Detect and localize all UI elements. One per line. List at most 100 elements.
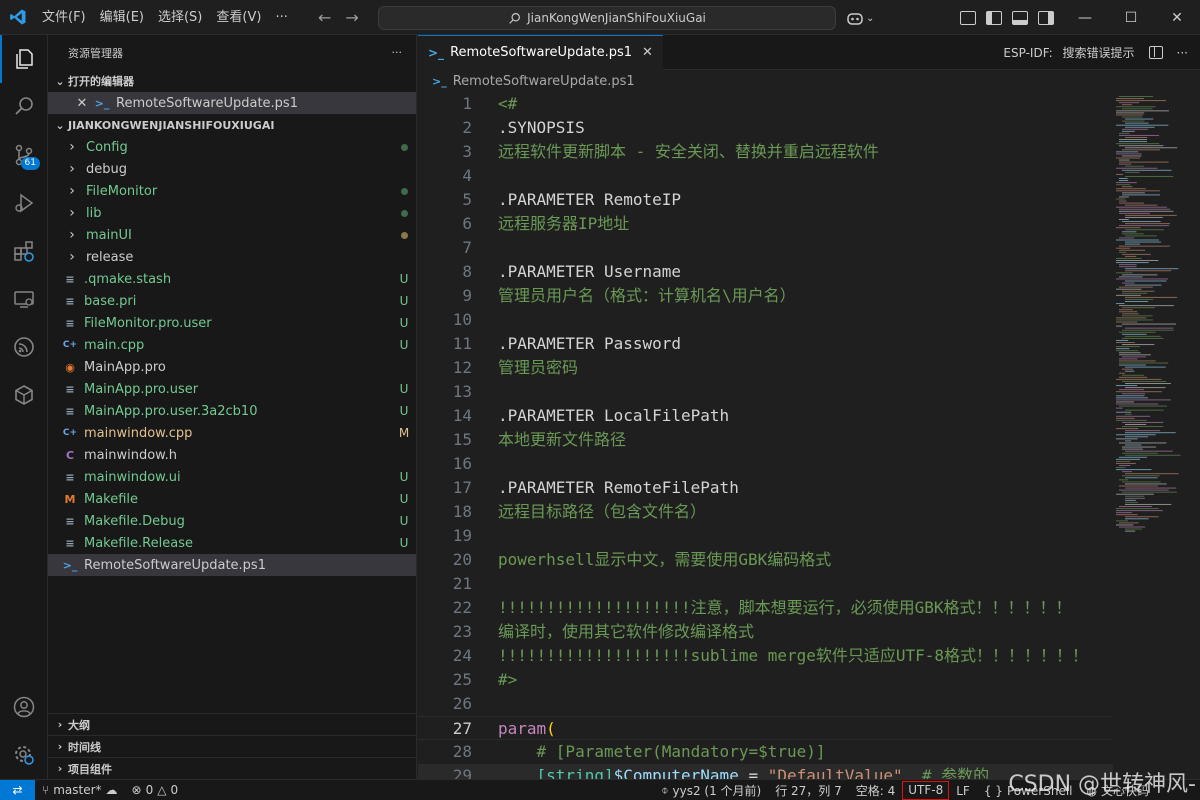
minimap-line xyxy=(1125,296,1178,298)
minimap-line xyxy=(1116,157,1140,159)
chevron-right-icon: › xyxy=(69,139,75,155)
account-icon[interactable] xyxy=(0,683,48,731)
search-icon[interactable] xyxy=(0,83,48,131)
remote-explorer-icon[interactable] xyxy=(0,275,48,323)
command-search-box[interactable]: JianKongWenJianShiFouXiuGai xyxy=(378,6,836,30)
problems-indicator[interactable]: ⊗ 0 △ 0 xyxy=(125,783,186,797)
folder-item[interactable]: › FileMonitor xyxy=(48,180,416,202)
minimap-line xyxy=(1116,395,1145,397)
minimap-line xyxy=(1122,333,1147,335)
indentation-indicator[interactable]: 空格: 4 xyxy=(849,782,903,799)
explorer-more-button[interactable]: ··· xyxy=(392,46,403,59)
menu-selection[interactable]: 选择(S) xyxy=(151,0,209,35)
minimap-line xyxy=(1125,137,1148,138)
folder-item[interactable]: › lib xyxy=(48,202,416,224)
outline-section[interactable]: › 大纲 xyxy=(48,713,417,735)
minimap-line xyxy=(1125,454,1181,456)
manage-gear-icon[interactable] xyxy=(0,731,48,779)
toggle-secondary-sidebar-icon[interactable] xyxy=(1038,10,1054,25)
minimap-line xyxy=(1116,272,1133,274)
source-control-icon[interactable]: 61 xyxy=(0,131,48,179)
tree-item-label: mainwindow.h xyxy=(84,447,177,463)
explorer-icon[interactable] xyxy=(0,35,48,83)
file-item[interactable]: C+ main.cpp U xyxy=(48,334,416,356)
editor-tab[interactable]: >_ RemoteSoftwareUpdate.ps1 ✕ xyxy=(418,34,663,70)
file-item[interactable]: ≡ base.pri U xyxy=(48,290,416,312)
branch-indicator[interactable]: ⑂ master* ☁ xyxy=(35,783,125,797)
minimap-line xyxy=(1119,372,1126,374)
file-item[interactable]: Cmainwindow.h xyxy=(48,444,416,466)
git-blame-indicator[interactable]: ⌽ yys2 (1 个月前) xyxy=(654,782,768,799)
minimap-line xyxy=(1122,315,1153,317)
cube-extension-icon[interactable] xyxy=(0,371,48,419)
file-item[interactable]: >_ RemoteSoftwareUpdate.ps1 xyxy=(48,554,416,576)
back-arrow-icon[interactable]: ← xyxy=(318,8,331,27)
minimize-button[interactable]: — xyxy=(1062,0,1108,35)
workspace-folder-section[interactable]: ⌄ JIANKONGWENJIANSHIFOUXIUGAI xyxy=(48,114,416,136)
chevron-right-icon: › xyxy=(57,762,63,775)
source-control-badge: 61 xyxy=(20,157,40,170)
git-status-dot xyxy=(400,210,408,217)
file-item[interactable]: C+ mainwindow.cpp M xyxy=(48,422,416,444)
remote-indicator-icon[interactable]: ⇄ xyxy=(0,779,35,800)
file-item[interactable]: ≡ Makefile.Debug U xyxy=(48,510,416,532)
folder-item[interactable]: › release xyxy=(48,246,416,268)
code-line: 1 <# xyxy=(418,92,1113,116)
esp-idf-icon[interactable] xyxy=(0,323,48,371)
eol-indicator[interactable]: LF xyxy=(949,784,977,798)
open-editor-item[interactable]: ✕ >_ RemoteSoftwareUpdate.ps1 xyxy=(48,92,416,114)
maximize-button[interactable]: ☐ xyxy=(1108,0,1154,35)
toggle-panel-icon[interactable] xyxy=(1012,10,1028,25)
forward-arrow-icon[interactable]: → xyxy=(345,8,358,27)
menu-file[interactable]: 文件(F) xyxy=(35,0,93,35)
timeline-section[interactable]: › 时间线 xyxy=(48,735,417,757)
extension-status[interactable]: ◍ 文心快码 xyxy=(1080,782,1200,799)
close-window-button[interactable]: ✕ xyxy=(1154,0,1200,35)
more-actions-icon[interactable]: ··· xyxy=(1177,46,1188,60)
menu-bar: 文件(F) 编辑(E) 选择(S) 查看(V) ··· xyxy=(35,0,295,35)
file-item[interactable]: ≡ mainwindow.ui U xyxy=(48,466,416,488)
esp-idf-label[interactable]: ESP-IDF: 搜索错误提示 xyxy=(1003,44,1134,61)
explorer-title: 资源管理器 xyxy=(68,46,123,60)
folder-item[interactable]: › mainUI xyxy=(48,224,416,246)
customize-layout-icon[interactable] xyxy=(960,10,976,25)
open-editors-section[interactable]: ⌄ 打开的编辑器 xyxy=(48,70,416,92)
folder-item[interactable]: › debug xyxy=(48,158,416,180)
split-editor-icon[interactable] xyxy=(1148,46,1163,59)
minimap[interactable] xyxy=(1114,92,1200,779)
explorer-sidebar: 资源管理器 ··· ⌄ 打开的编辑器 ✕ >_ RemoteSoftwareUp… xyxy=(48,35,417,779)
language-mode[interactable]: { } PowerShell xyxy=(977,784,1080,798)
cursor-position[interactable]: 行 27，列 7 xyxy=(768,782,849,799)
file-item[interactable]: ◉ MainApp.pro xyxy=(48,356,416,378)
file-item[interactable]: ≡ FileMonitor.pro.user U xyxy=(48,312,416,334)
file-item[interactable]: ≡ .qmake.stash U xyxy=(48,268,416,290)
minimap-line xyxy=(1116,458,1141,460)
file-item[interactable]: M Makefile U xyxy=(48,488,416,510)
extensions-icon[interactable] xyxy=(0,227,48,275)
close-icon[interactable]: ✕ xyxy=(642,45,653,60)
menu-more[interactable]: ··· xyxy=(268,0,294,35)
git-status-indicator xyxy=(392,206,416,220)
project-components-section[interactable]: › 项目组件 xyxy=(48,757,417,779)
code-line: 8 .PARAMETER Username xyxy=(418,260,1113,284)
file-item[interactable]: ≡ Makefile.Release U xyxy=(48,532,416,554)
code-editor[interactable]: 1 <# 2 .SYNOPSIS 3 远程软件更新脚本 - 安全关闭、替换并重启远程软件 4… xyxy=(418,92,1113,779)
code-line: 21 xyxy=(418,572,1113,596)
folder-item[interactable]: › Config xyxy=(48,136,416,158)
line-number: 13 xyxy=(452,382,472,401)
copilot-button[interactable]: ⌄ xyxy=(846,6,874,30)
menu-edit[interactable]: 编辑(E) xyxy=(93,0,151,35)
breadcrumb-file[interactable]: RemoteSoftwareUpdate.ps1 xyxy=(453,74,635,89)
minimap-line xyxy=(1119,389,1145,391)
tree-item-label: MainApp.pro.user xyxy=(84,381,199,397)
menu-view[interactable]: 查看(V) xyxy=(209,0,268,35)
run-debug-icon[interactable] xyxy=(0,179,48,227)
file-item[interactable]: ≡ MainApp.pro.user.3a2cb10 U xyxy=(48,400,416,422)
code-line-28: 28 # [Parameter(Mandatory=$true)] xyxy=(418,740,1113,764)
code-line-text: 本地更新文件路径 xyxy=(498,430,627,449)
encoding-indicator[interactable]: UTF-8 xyxy=(902,781,950,800)
toggle-primary-sidebar-icon[interactable] xyxy=(986,10,1002,25)
close-icon[interactable]: ✕ xyxy=(74,96,90,111)
file-item[interactable]: ≡ MainApp.pro.user U xyxy=(48,378,416,400)
git-status-letter: M xyxy=(398,426,410,440)
